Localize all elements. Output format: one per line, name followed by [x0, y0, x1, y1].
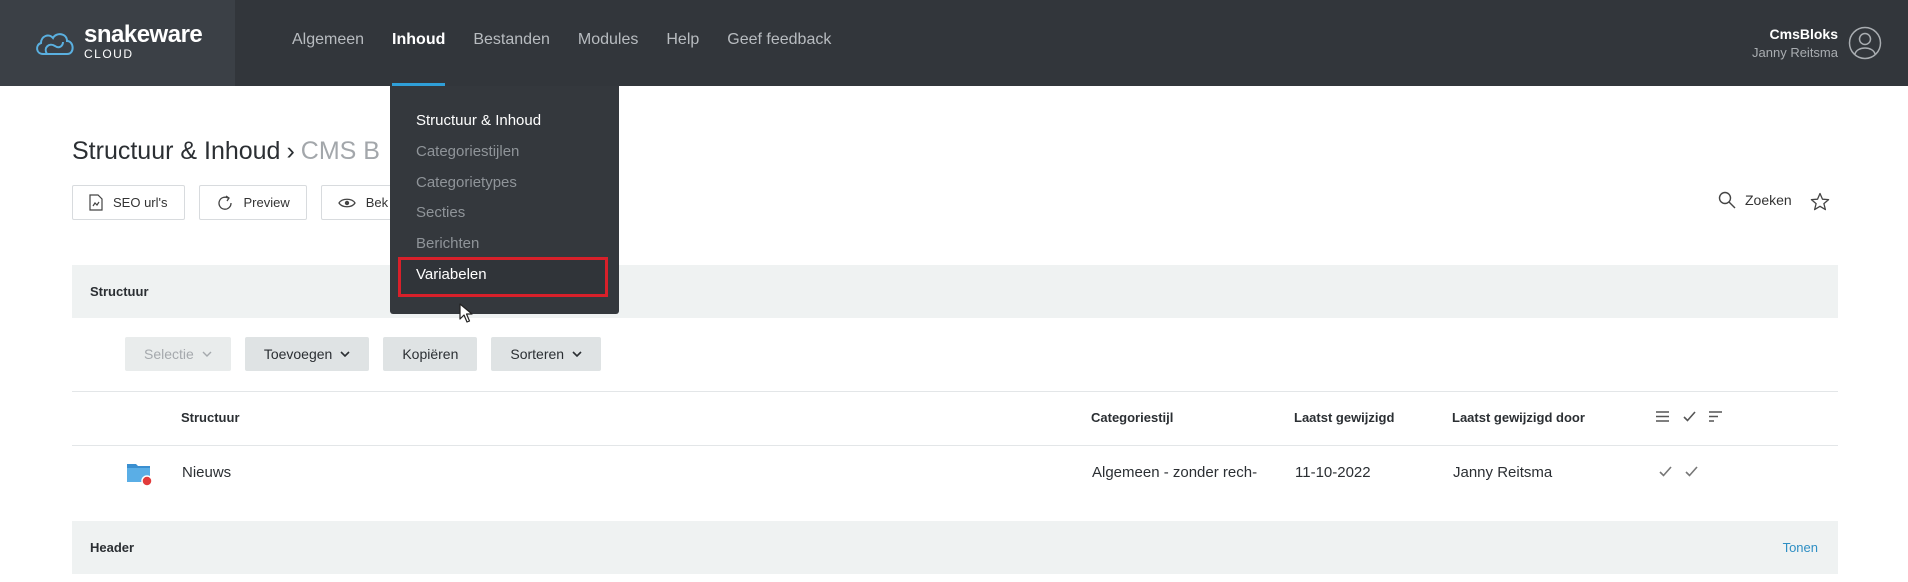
folder-icon — [127, 464, 153, 487]
chevron-down-icon — [340, 351, 350, 357]
row-style: Algemeen - zonder rech- — [1092, 464, 1258, 481]
cloud-logo-icon — [36, 33, 74, 55]
logo[interactable]: snakeware CLOUD — [0, 0, 235, 86]
copy-label: Kopiëren — [402, 346, 459, 362]
page-title-main: Structuur & Inhoud — [72, 137, 281, 165]
selection-button[interactable]: Selectie — [125, 337, 231, 371]
structure-section-bar: Structuur — [72, 265, 1838, 318]
menu-item-categorietypes[interactable]: Categorietypes — [416, 174, 517, 191]
user-info[interactable]: CmsBloks Janny Reitsma — [1752, 26, 1838, 60]
sort-button[interactable]: Sorteren — [491, 337, 602, 371]
sort-lines-icon[interactable] — [1709, 411, 1722, 422]
nav-item-feedback[interactable]: Geef feedback — [727, 0, 831, 86]
nav-item-modules[interactable]: Modules — [578, 0, 638, 86]
selection-label: Selectie — [144, 346, 194, 362]
preview-label: Preview — [243, 195, 290, 210]
search-label: Zoeken — [1745, 192, 1792, 208]
brand-name: snakeware — [84, 21, 203, 48]
nav-item-bestanden[interactable]: Bestanden — [473, 0, 550, 86]
column-header-modified[interactable]: Laatst gewijzigd — [1294, 410, 1394, 425]
user-site: CmsBloks — [1769, 26, 1838, 42]
menu-item-categoriestijlen[interactable]: Categoriestijlen — [416, 143, 519, 160]
nav-item-inhoud[interactable]: Inhoud — [392, 0, 446, 86]
check-icon — [1685, 466, 1698, 477]
refresh-icon — [217, 194, 232, 210]
column-header-structure[interactable]: Structuur — [181, 410, 240, 425]
menu-item-structuur-inhoud[interactable]: Structuur & Inhoud — [416, 112, 541, 129]
structure-actions: Selectie Toevoegen Kopiëren Sorteren — [125, 337, 615, 371]
brand-sub: CLOUD — [84, 47, 134, 61]
preview-button[interactable]: Preview — [198, 185, 307, 220]
top-bar: snakeware CLOUD Algemeen Inhoud Bestande… — [0, 0, 1908, 86]
header-section-label: Header — [90, 540, 135, 555]
view-label: Bek — [365, 195, 389, 210]
row-modified: 11-10-2022 — [1295, 464, 1371, 481]
mouse-cursor-icon — [459, 303, 473, 323]
search-icon — [1718, 191, 1736, 209]
menu-item-secties[interactable]: Secties — [416, 204, 465, 221]
divider — [72, 391, 1838, 392]
column-header-style[interactable]: Categoriestijl — [1091, 410, 1173, 425]
page-title-sub: CMS B — [300, 137, 380, 165]
menu-item-variabelen[interactable]: Variabelen — [416, 266, 487, 283]
search-button[interactable]: Zoeken — [1718, 191, 1792, 209]
row-name[interactable]: Nieuws — [182, 464, 231, 481]
header-section-bar: Header Tonen — [72, 521, 1838, 574]
nav-item-help[interactable]: Help — [666, 0, 699, 86]
check-icon[interactable] — [1683, 411, 1696, 422]
inhoud-dropdown-menu: Structuur & Inhoud Categoriestijlen Cate… — [390, 86, 619, 314]
seo-urls-label: SEO url's — [113, 195, 168, 210]
copy-button[interactable]: Kopiëren — [383, 337, 478, 371]
page-title: Structuur & Inhoud › CMS B — [72, 137, 380, 166]
seo-urls-button[interactable]: SEO url's — [72, 185, 185, 220]
menu-lines-icon[interactable] — [1656, 411, 1669, 422]
page-toolbar: SEO url's Preview Bek — [72, 185, 419, 220]
add-button[interactable]: Toevoegen — [244, 337, 370, 371]
eye-icon — [337, 198, 356, 207]
show-link[interactable]: Tonen — [1783, 540, 1818, 555]
chevron-down-icon — [572, 351, 582, 357]
structure-section-label: Structuur — [90, 284, 149, 299]
main-nav: Algemeen Inhoud Bestanden Modules Help G… — [292, 0, 859, 86]
breadcrumb-separator: › — [286, 137, 295, 165]
check-icon — [1659, 466, 1672, 477]
menu-item-berichten[interactable]: Berichten — [416, 235, 479, 252]
user-avatar-icon[interactable] — [1848, 26, 1882, 60]
column-header-modified-by[interactable]: Laatst gewijzigd door — [1452, 410, 1585, 425]
user-name: Janny Reitsma — [1752, 45, 1838, 60]
document-chart-icon — [89, 194, 103, 211]
favorite-star-icon[interactable] — [1810, 192, 1830, 212]
add-label: Toevoegen — [263, 346, 333, 362]
row-modified-by: Janny Reitsma — [1453, 464, 1553, 481]
chevron-down-icon — [202, 351, 212, 357]
nav-item-algemeen[interactable]: Algemeen — [292, 0, 364, 86]
sort-label: Sorteren — [510, 346, 565, 362]
divider — [72, 445, 1838, 446]
